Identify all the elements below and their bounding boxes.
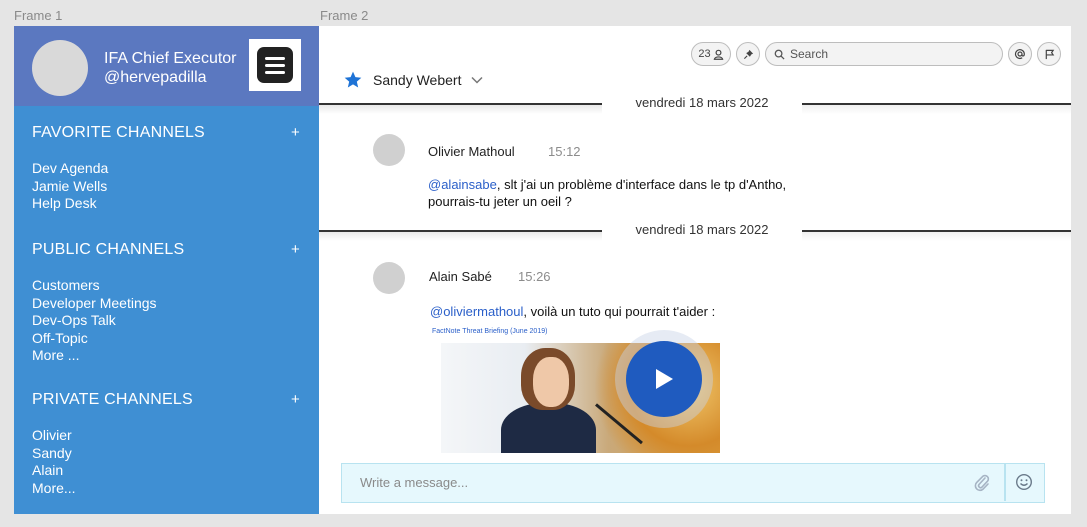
message-composer: [341, 463, 1045, 503]
frame1-label: Frame 1: [14, 8, 63, 23]
at-icon: [1014, 49, 1025, 59]
date-label: vendredi 18 mars 2022: [635, 222, 769, 237]
menu-button[interactable]: [249, 39, 301, 91]
add-public-channel-button[interactable]: +: [291, 241, 300, 258]
sidebar-item-dev-ops-talk[interactable]: Dev-Ops Talk: [32, 312, 157, 330]
top-toolbar: 23 Search: [691, 42, 1061, 66]
sidebar-item-olivier[interactable]: Olivier: [32, 427, 76, 445]
frame2-label: Frame 2: [320, 8, 369, 23]
paperclip-icon[interactable]: [974, 474, 990, 492]
conversation-header[interactable]: Sandy Webert: [343, 70, 483, 90]
message-author[interactable]: Alain Sabé: [429, 269, 492, 284]
avatar[interactable]: [373, 262, 405, 294]
user-icon: [713, 49, 723, 60]
sidebar-item-sandy[interactable]: Sandy: [32, 445, 76, 463]
message-text: @oliviermathoul, voilà un tuto qui pourr…: [430, 304, 716, 319]
date-separator: vendredi 18 mars 2022: [319, 94, 1071, 114]
sidebar-item-alain[interactable]: Alain: [32, 462, 76, 480]
search-icon: [774, 49, 785, 60]
sidebar-header: IFA Chief Executor @hervepadilla: [14, 26, 319, 106]
sidebar-item-jamie-wells[interactable]: Jamie Wells: [32, 178, 108, 196]
add-private-channel-button[interactable]: +: [291, 391, 300, 408]
sidebar-item-help-desk[interactable]: Help Desk: [32, 195, 108, 213]
favorite-channels-title[interactable]: FAVORITE CHANNELS: [32, 124, 205, 142]
member-count: 23: [698, 48, 711, 60]
search-box[interactable]: Search: [765, 42, 1003, 66]
pin-button[interactable]: [736, 42, 760, 66]
sidebar-item-off-topic[interactable]: Off-Topic: [32, 330, 157, 348]
message-text: @alainsabe, slt j'ai un problème d'inter…: [428, 177, 787, 209]
conversation-title: Sandy Webert: [373, 72, 462, 88]
sidebar: IFA Chief Executor @hervepadilla FAVORIT…: [14, 26, 319, 514]
sidebar-item-more-private[interactable]: More...: [32, 480, 76, 498]
message-time: 15:26: [518, 269, 551, 284]
user-title: IFA Chief Executor: [104, 50, 237, 67]
date-label: vendredi 18 mars 2022: [635, 95, 769, 110]
play-icon: [656, 369, 673, 389]
mention-link[interactable]: @alainsabe: [428, 177, 497, 192]
members-button[interactable]: 23: [691, 42, 731, 66]
chat-panel: 23 Search Sandy Webert vendredi 18 mars …: [319, 26, 1071, 514]
message-author[interactable]: Olivier Mathoul: [428, 144, 515, 159]
sidebar-item-developer-meetings[interactable]: Developer Meetings: [32, 295, 157, 313]
flag-icon: [1045, 49, 1054, 59]
private-channels-title[interactable]: PRIVATE CHANNELS: [32, 391, 193, 409]
sidebar-item-customers[interactable]: Customers: [32, 277, 157, 295]
date-separator: vendredi 18 mars 2022: [319, 221, 1071, 241]
pin-icon: [743, 49, 753, 59]
search-placeholder: Search: [790, 47, 829, 61]
sidebar-item-dev-agenda[interactable]: Dev Agenda: [32, 160, 108, 178]
mentions-button[interactable]: [1008, 42, 1032, 66]
avatar[interactable]: [373, 134, 405, 166]
message-time: 15:12: [548, 144, 581, 159]
message-input[interactable]: [342, 464, 1002, 501]
play-button[interactable]: [615, 330, 713, 428]
emoji-icon[interactable]: [1015, 473, 1033, 491]
chevron-down-icon[interactable]: [471, 76, 483, 84]
user-avatar[interactable]: [32, 40, 88, 96]
sidebar-item-more-public[interactable]: More ...: [32, 347, 157, 365]
hamburger-icon: [257, 47, 293, 83]
star-icon[interactable]: [343, 70, 363, 90]
public-channels-title[interactable]: PUBLIC CHANNELS: [32, 241, 184, 259]
media-caption: FactNote Threat Briefing (June 2019): [432, 328, 548, 335]
flag-button[interactable]: [1037, 42, 1061, 66]
user-handle: @hervepadilla: [104, 69, 207, 86]
mention-link[interactable]: @oliviermathoul: [430, 304, 523, 319]
add-favorite-channel-button[interactable]: +: [291, 124, 300, 141]
